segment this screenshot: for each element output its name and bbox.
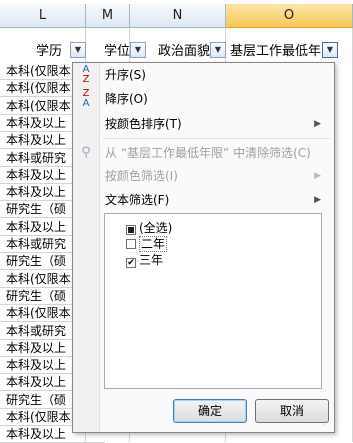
list-item-label: 三年 [139, 253, 164, 267]
filter-header-xuewei: 学位 [104, 44, 131, 59]
menu-item-filter-by-color: 按颜色筛选(I) ▶ [105, 166, 327, 186]
table-cell[interactable]: 本科(仅限本 [0, 79, 74, 97]
table-cell[interactable]: 本科(仅限本 [0, 97, 74, 115]
filter-header-xueli: 学历 [36, 44, 63, 59]
table-cell[interactable]: 本科或研究 [0, 149, 74, 167]
menu-item-text-filter[interactable]: 文本筛选(F) ▶ [105, 190, 327, 210]
menu-item-sort-descending[interactable]: 降序(O) [105, 89, 148, 109]
column-header-n[interactable]: N [130, 4, 226, 28]
clear-filter-icon: ⚲ [81, 145, 91, 160]
column-header-o[interactable]: O [226, 4, 353, 28]
table-cell[interactable]: 本科(仅限本 [0, 304, 74, 322]
table-cell[interactable]: 本科或研究 [0, 322, 74, 340]
menu-item-label: 文本筛选(F) [105, 193, 170, 207]
resize-grip-icon[interactable]: ⋰ [323, 420, 331, 429]
table-cell[interactable]: 本科及以上 [0, 339, 74, 357]
list-item-san-nian[interactable]: ✔ 三年 [126, 252, 163, 268]
list-item-er-nian[interactable]: 二年 [126, 236, 168, 252]
sort-descending-icon: ZA [82, 88, 90, 109]
dropdown-arrow-icon: ▼ [214, 45, 222, 54]
table-cell[interactable]: 本科及以上 [0, 373, 74, 391]
table-cell[interactable]: 研究生（硕 [0, 391, 74, 409]
filter-value-list[interactable]: (全选) 二年 ✔ 三年 [104, 213, 322, 389]
list-item-label: (全选) [139, 221, 173, 235]
filter-dropdown-button[interactable]: ▼ [210, 42, 226, 58]
table-cell[interactable]: 研究生（硕 [0, 200, 74, 218]
submenu-arrow-icon: ▶ [314, 195, 321, 205]
table-cell[interactable]: 本科及以上 [0, 166, 74, 184]
menu-item-label: 按颜色排序(T) [105, 117, 182, 131]
cancel-button[interactable]: 取消 [255, 399, 329, 423]
table-cell[interactable]: 本科或研究 [0, 235, 74, 253]
table-cell[interactable]: 研究生（硕 [0, 287, 74, 305]
table-cell[interactable]: 本科及以上 [0, 183, 74, 201]
filter-dropdown-button[interactable]: ▼ [70, 42, 86, 58]
list-item-label: 二年 [139, 236, 168, 252]
checkbox-checked[interactable]: ✔ [126, 258, 136, 268]
column-header-l[interactable]: L [0, 4, 86, 28]
menu-item-label: 按颜色筛选(I) [105, 169, 178, 183]
checkbox-unchecked[interactable] [126, 239, 136, 249]
submenu-arrow-icon: ▶ [314, 171, 321, 181]
column-header-m[interactable]: M [86, 4, 130, 28]
sort-ascending-icon: AZ [82, 64, 90, 85]
list-item-select-all[interactable]: (全选) [126, 220, 172, 236]
table-cell[interactable]: 本科及以上 [0, 218, 74, 236]
filter-header-jiceng: 基层工作最低年限 [230, 44, 322, 59]
table-cell[interactable]: 研究生（硕 [0, 252, 74, 270]
submenu-arrow-icon: ▶ [314, 119, 321, 129]
menu-item-sort-by-color[interactable]: 按颜色排序(T) ▶ [105, 114, 327, 134]
checkbox-partial[interactable] [126, 225, 136, 235]
filter-dropdown-button[interactable]: ▼ [130, 42, 146, 58]
table-cell[interactable]: 本科及以上 [0, 114, 74, 132]
dropdown-arrow-icon: ▼ [134, 45, 142, 54]
menu-icon-gutter [73, 63, 100, 432]
table-cell[interactable]: 本科(仅限本 [0, 62, 74, 80]
table-cell[interactable]: 本科(仅限本 [0, 270, 74, 288]
menu-item-sort-ascending[interactable]: 升序(S) [105, 65, 146, 85]
filter-dropdown-button-active[interactable]: ▼ [322, 42, 338, 58]
menu-item-clear-filter: 从 “基层工作最低年限” 中清除筛选(C) [105, 146, 311, 160]
table-cell[interactable]: 本科及以上 [0, 131, 74, 149]
table-cell[interactable]: 本科(仅限本 [0, 408, 74, 426]
dropdown-arrow-icon: ▼ [326, 45, 334, 54]
dropdown-arrow-icon: ▼ [74, 45, 82, 54]
autofilter-menu: AZ 升序(S) ZA 降序(O) 按颜色排序(T) ▶ ⚲ 从 “基层工作最低… [72, 62, 335, 433]
ok-button[interactable]: 确定 [173, 399, 247, 423]
menu-separator [103, 138, 330, 139]
table-cell[interactable]: 本科及以上 [0, 425, 74, 443]
table-cell[interactable]: 本科及以上 [0, 356, 74, 374]
